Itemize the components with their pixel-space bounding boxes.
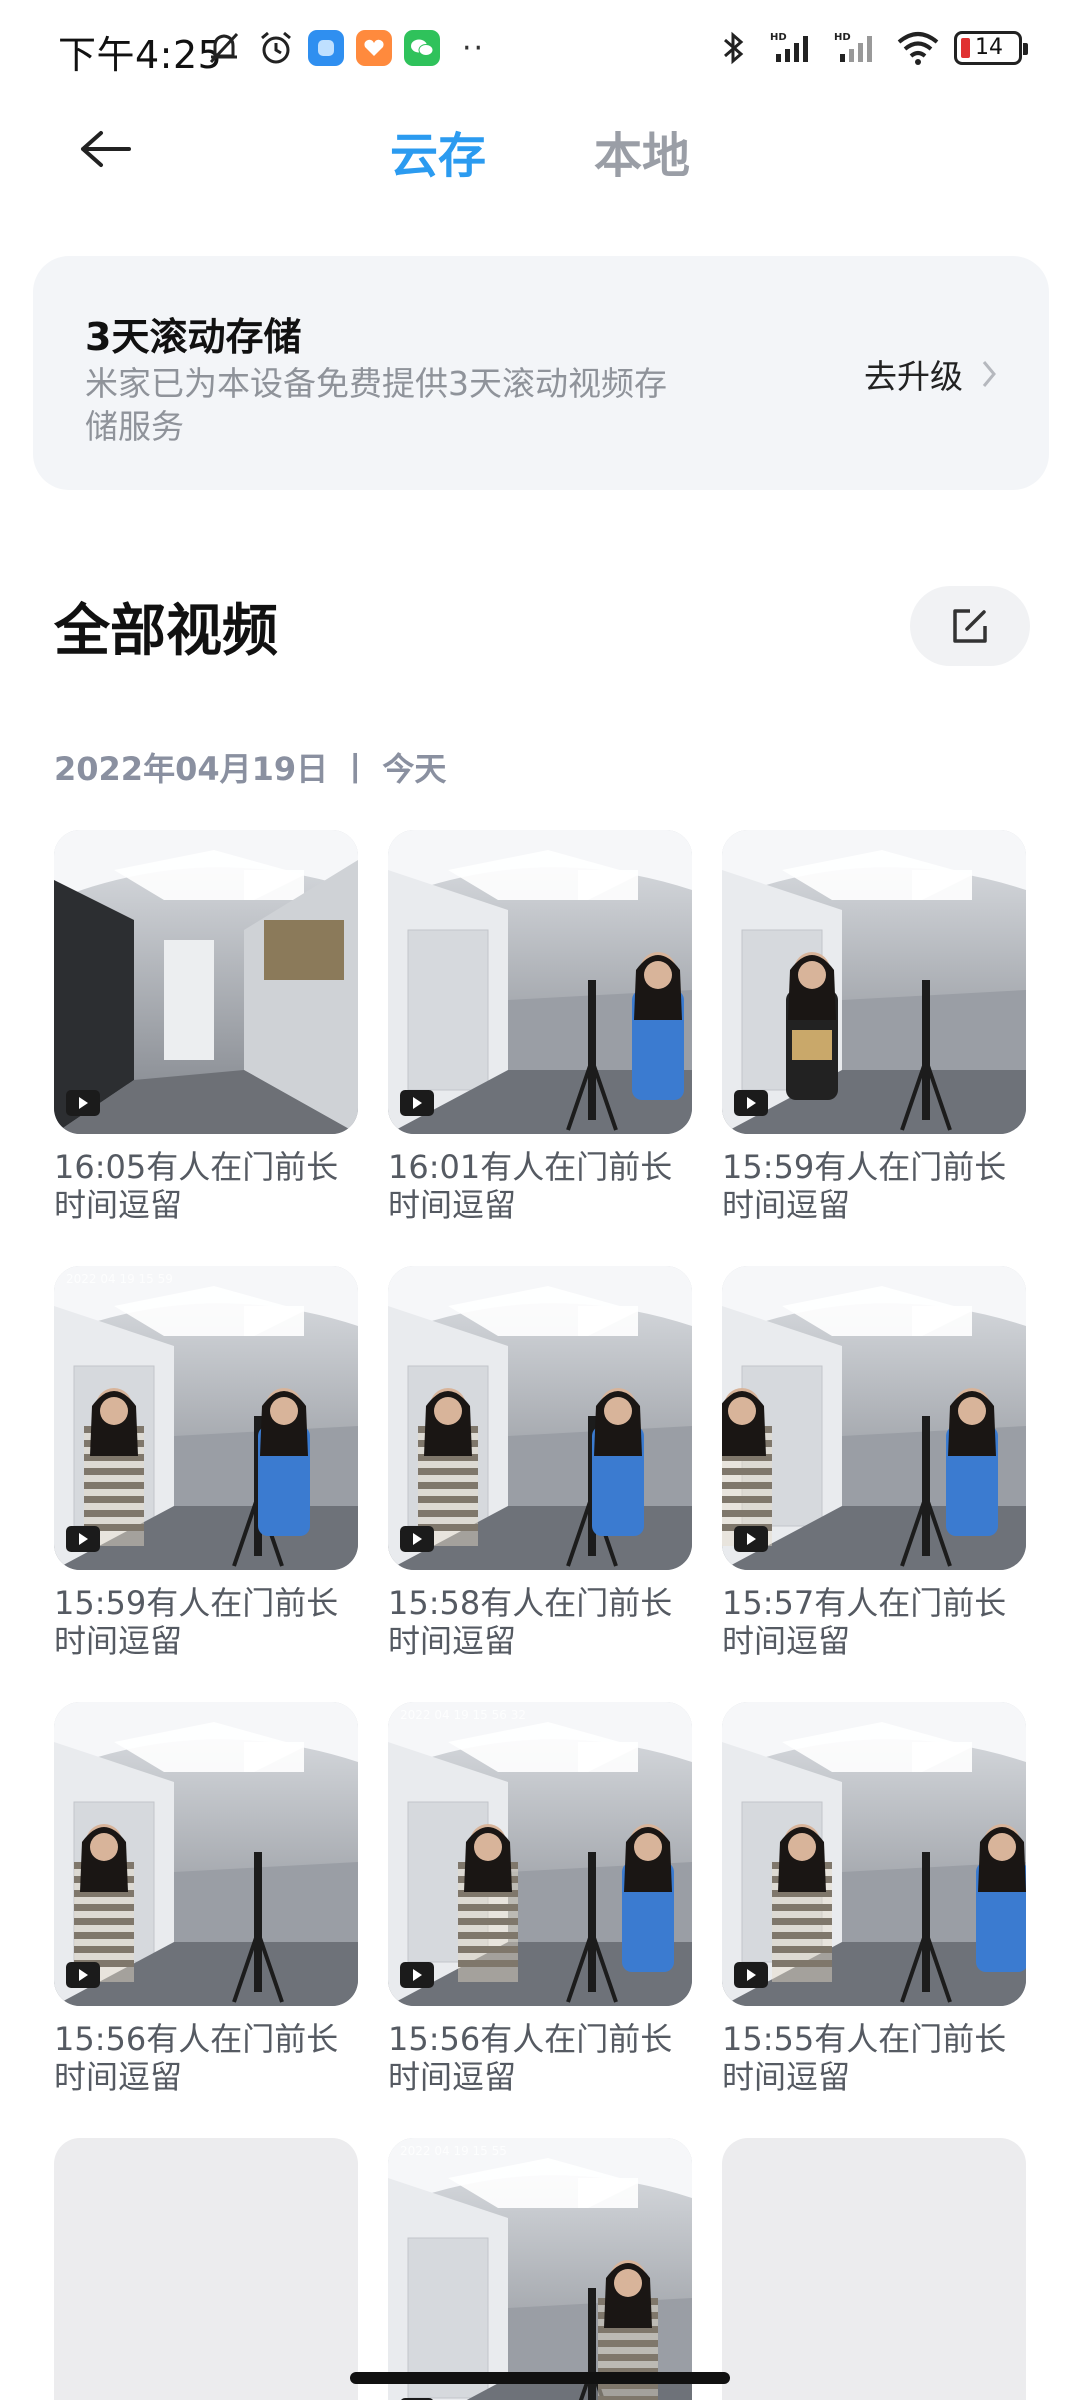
video-caption: 15:57有人在门前长时间逗留 [722, 1584, 1007, 1660]
tab-cloud[interactable]: 云存 [390, 116, 486, 186]
status-time: 下午4:25 [58, 33, 223, 77]
notification-icons: ·· [204, 28, 485, 68]
video-thumbnail[interactable] [722, 1702, 1026, 2006]
video-thumbnail[interactable] [722, 2138, 1026, 2400]
video-thumbnail[interactable] [722, 830, 1026, 1134]
upgrade-button[interactable]: 去升级 [864, 350, 997, 398]
wifi-icon [896, 28, 940, 68]
video-timestamp-watermark: 2022 04 19 15 56 32 [400, 1708, 526, 1722]
app-orange-icon [356, 30, 392, 66]
alarm-icon [256, 28, 296, 68]
video-card[interactable]: 2022 04 19 15 59 15:59有人在门前长时间逗留 [54, 1266, 358, 1660]
video-thumbnail[interactable]: 2022 04 19 15 56 32 [388, 1702, 692, 2006]
video-thumbnail[interactable] [722, 1266, 1026, 1570]
video-timestamp-watermark: 2022 04 19 15 55 [400, 2144, 507, 2158]
play-icon [400, 1962, 434, 1988]
battery-level: 14 [975, 35, 1003, 60]
play-icon [400, 1090, 434, 1116]
video-card[interactable] [54, 2138, 358, 2400]
video-thumbnail[interactable] [388, 830, 692, 1134]
play-icon [734, 1962, 768, 1988]
video-caption: 15:58有人在门前长时间逗留 [388, 1584, 673, 1660]
bluetooth-icon [714, 28, 754, 68]
banner-title: 3天滚动存储 [85, 315, 302, 359]
play-icon [66, 1526, 100, 1552]
video-caption: 15:55有人在门前长时间逗留 [722, 2020, 1007, 2096]
video-thumbnail[interactable]: 2022 04 19 15 55 [388, 2138, 692, 2400]
system-icons: HD HD 14 [714, 28, 1028, 68]
video-card[interactable]: 16:05有人在门前长时间逗留 [54, 830, 358, 1224]
status-bar: 下午4:25 ·· HD HD 14 [0, 0, 1080, 100]
video-thumbnail[interactable]: 2022 04 19 15 59 [54, 1266, 358, 1570]
wechat-icon [404, 30, 440, 66]
video-thumbnail[interactable] [388, 1266, 692, 1570]
video-card[interactable]: 15:59有人在门前长时间逗留 [722, 830, 1026, 1224]
video-caption: 16:05有人在门前长时间逗留 [54, 1148, 339, 1224]
video-caption: 16:01有人在门前长时间逗留 [388, 1148, 673, 1224]
edit-button[interactable] [910, 586, 1030, 666]
battery-icon: 14 [954, 31, 1028, 65]
video-timestamp-watermark: 2022 04 19 15 59 [66, 1272, 173, 1286]
play-icon [66, 1090, 100, 1116]
edit-icon [953, 609, 987, 643]
signal-hd-icon: HD [832, 28, 882, 68]
back-arrow-icon [81, 131, 131, 167]
signal-hd-icon: HD [768, 28, 818, 68]
home-indicator[interactable] [350, 2372, 730, 2384]
upgrade-label: 去升级 [864, 357, 963, 396]
section-title: 全部视频 [54, 599, 278, 664]
video-thumbnail[interactable] [54, 830, 358, 1134]
video-card[interactable]: 15:56有人在门前长时间逗留 [54, 1702, 358, 2096]
video-thumbnail[interactable] [54, 1702, 358, 2006]
video-caption: 15:56有人在门前长时间逗留 [54, 2020, 339, 2096]
chevron-right-icon [982, 361, 996, 387]
tab-local[interactable]: 本地 [594, 116, 690, 186]
play-icon [734, 1526, 768, 1552]
video-caption: 15:59有人在门前长时间逗留 [722, 1148, 1007, 1224]
play-icon [400, 1526, 434, 1552]
date-label: 2022年04月19日 丨 今天 [54, 750, 447, 788]
svg-text:HD: HD [770, 32, 787, 43]
video-caption: 15:56有人在门前长时间逗留 [388, 2020, 673, 2096]
video-card[interactable]: 15:55有人在门前长时间逗留 [722, 1702, 1026, 2096]
storage-banner: 3天滚动存储 米家已为本设备免费提供3天滚动视频存储服务 去升级 [33, 256, 1049, 490]
more-dots-icon: ·· [462, 30, 486, 66]
video-card[interactable]: 15:57有人在门前长时间逗留 [722, 1266, 1026, 1660]
play-icon [734, 1090, 768, 1116]
video-card[interactable]: 16:01有人在门前长时间逗留 [388, 830, 692, 1224]
video-card[interactable]: 2022 04 19 15 55 [388, 2138, 692, 2400]
app-blue-icon [308, 30, 344, 66]
video-card[interactable] [722, 2138, 1026, 2400]
video-card[interactable]: 15:58有人在门前长时间逗留 [388, 1266, 692, 1660]
video-caption: 15:59有人在门前长时间逗留 [54, 1584, 339, 1660]
mute-bell-icon [204, 28, 244, 68]
svg-text:HD: HD [834, 32, 851, 43]
banner-description: 米家已为本设备免费提供3天滚动视频存储服务 [85, 364, 667, 446]
video-card[interactable]: 2022 04 19 15 56 32 15:56有人在门前长时间逗留 [388, 1702, 692, 2096]
play-icon [66, 1962, 100, 1988]
back-button[interactable] [70, 114, 140, 184]
video-thumbnail[interactable] [54, 2138, 358, 2400]
